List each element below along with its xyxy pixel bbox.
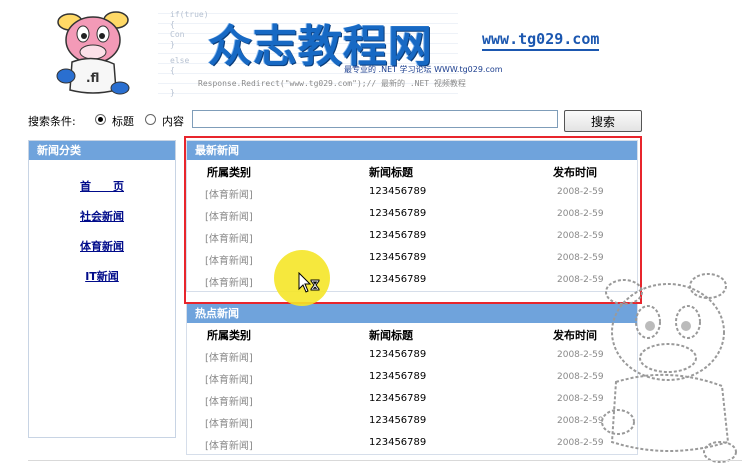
sidebar-item-it[interactable]: IT新闻: [29, 268, 175, 284]
column-header-date: 发布时间: [553, 329, 597, 342]
site-url: www.tg029.com: [482, 30, 600, 51]
news-title[interactable]: 123456789: [369, 252, 426, 263]
news-title[interactable]: 123456789: [369, 186, 426, 197]
cow-outline-watermark-icon: [601, 273, 737, 463]
news-category: [体育新闻]: [205, 353, 253, 364]
news-title[interactable]: 123456789: [369, 208, 426, 219]
search-label: 搜索条件:: [28, 115, 76, 128]
search-button[interactable]: 搜索: [564, 110, 642, 132]
news-category: [体育新闻]: [205, 278, 253, 289]
radio-content[interactable]: [145, 114, 156, 125]
hot-news-title: 热点新闻: [187, 304, 637, 323]
svg-text:.fl: .fl: [86, 71, 99, 85]
site-slogan: 最专业的 .NET 学习论坛 WWW.tg029.com: [344, 65, 503, 74]
latest-news-panel: 最新新闻 所属类别 新闻标题 发布时间 [体育新闻] 123456789 200…: [186, 140, 638, 292]
code-footer: Response.Redirect("www.tg029.com");// 最新…: [198, 79, 466, 88]
code-line: else: [170, 56, 190, 65]
news-category: [体育新闻]: [205, 419, 253, 430]
news-category: [体育新闻]: [205, 256, 253, 267]
news-category-sidebar: 新闻分类 首 页 社会新闻 体育新闻 IT新闻: [28, 140, 176, 438]
sidebar-item-home[interactable]: 首 页: [29, 178, 175, 194]
code-line: {: [170, 20, 175, 29]
news-date: 2008-2-59: [557, 231, 604, 241]
hot-news-panel: 热点新闻 所属类别 新闻标题 发布时间 [体育新闻] 123456789 200…: [186, 303, 638, 455]
column-header-title: 新闻标题: [369, 166, 413, 179]
news-title[interactable]: 123456789: [369, 371, 426, 382]
news-title[interactable]: 123456789: [369, 437, 426, 448]
code-line: }: [170, 40, 175, 49]
radio-title-label: 标题: [112, 115, 134, 128]
news-date: 2008-2-59: [557, 209, 604, 219]
news-category: [体育新闻]: [205, 212, 253, 223]
column-header-category: 所属类别: [207, 166, 251, 179]
column-header-title: 新闻标题: [369, 329, 413, 342]
sidebar-item-society[interactable]: 社会新闻: [29, 208, 175, 224]
cow-mascot-icon: .fl: [56, 11, 130, 95]
column-header-date: 发布时间: [553, 166, 597, 179]
news-title[interactable]: 123456789: [369, 230, 426, 241]
code-line: Con: [170, 30, 185, 39]
footer-divider: [28, 460, 742, 461]
news-date: 2008-2-59: [557, 187, 604, 197]
column-header-category: 所属类别: [207, 329, 251, 342]
search-input[interactable]: [192, 110, 558, 128]
news-category: [体育新闻]: [205, 190, 253, 201]
code-line: if(true): [170, 10, 209, 19]
busy-arrow-cursor-icon: [298, 272, 320, 293]
news-category: [体育新闻]: [205, 441, 253, 452]
latest-news-title: 最新新闻: [187, 141, 637, 160]
news-category: [体育新闻]: [205, 397, 253, 408]
code-line: }: [170, 88, 175, 97]
news-category: [体育新闻]: [205, 234, 253, 245]
news-title[interactable]: 123456789: [369, 349, 426, 360]
sidebar-item-sports[interactable]: 体育新闻: [29, 238, 175, 254]
radio-content-label: 内容: [162, 115, 184, 128]
news-title[interactable]: 123456789: [369, 415, 426, 426]
news-title[interactable]: 123456789: [369, 274, 426, 285]
search-bar: 搜索条件: 标题 内容 搜索: [28, 110, 648, 132]
site-header: if(true) { Con } else { } .fl 众志教程网 www.…: [0, 0, 742, 100]
news-title[interactable]: 123456789: [369, 393, 426, 404]
sidebar-title: 新闻分类: [29, 141, 175, 160]
radio-title[interactable]: [95, 114, 106, 125]
code-line: {: [170, 66, 175, 75]
news-category: [体育新闻]: [205, 375, 253, 386]
